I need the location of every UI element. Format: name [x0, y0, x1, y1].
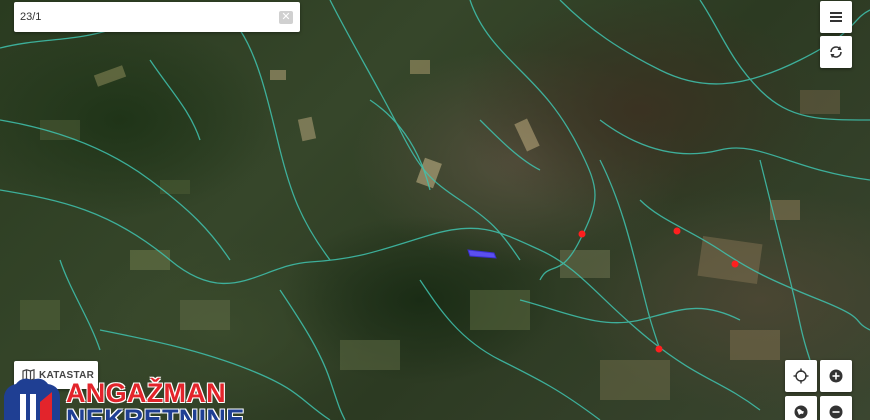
highlighted-parcel[interactable] [467, 249, 497, 259]
terrain-patches [20, 60, 840, 400]
refresh-button[interactable] [820, 36, 852, 68]
property-marker[interactable] [578, 230, 586, 238]
logo-text-line2: NEKRETNINE [66, 404, 245, 420]
satellite-map[interactable]: ✕ KATASTAR [0, 0, 870, 420]
hamburger-menu-icon [830, 12, 842, 22]
agency-logo: ANGAŽMAN NEKRETNINE [0, 376, 244, 420]
logo-emblem [4, 378, 60, 420]
map-overlay [0, 0, 870, 420]
zoom-out-button[interactable] [820, 396, 852, 420]
zoom-in-button[interactable] [820, 360, 852, 392]
clear-search-icon[interactable]: ✕ [279, 10, 293, 24]
menu-button[interactable] [820, 1, 852, 33]
search-box[interactable]: ✕ [14, 2, 300, 32]
layers-button[interactable] [785, 396, 817, 420]
rotate-icon [830, 46, 842, 58]
property-marker[interactable] [731, 260, 739, 268]
locate-button[interactable] [785, 360, 817, 392]
globe-icon [794, 405, 808, 419]
search-input[interactable] [14, 2, 279, 32]
property-marker[interactable] [655, 345, 663, 353]
property-marker[interactable] [673, 227, 681, 235]
minus-icon [829, 405, 843, 419]
plus-icon [829, 369, 843, 383]
crosshair-icon [793, 368, 809, 384]
